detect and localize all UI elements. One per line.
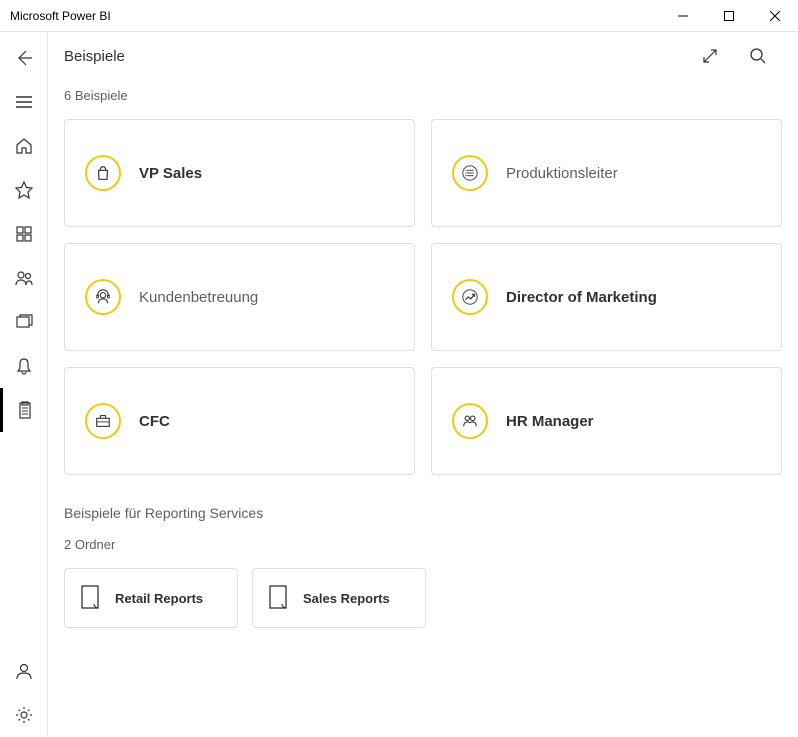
sample-card-produktionsleiter[interactable]: Produktionsleiter [431,119,782,227]
gear-icon [14,705,34,725]
nav-samples[interactable] [0,388,48,432]
samples-count: 6 Beispiele [64,88,782,103]
shopping-bag-icon [85,155,121,191]
nav-apps[interactable] [0,212,48,256]
bell-icon [14,356,34,376]
sample-card-vp-sales[interactable]: VP Sales [64,119,415,227]
nav-workspaces[interactable] [0,300,48,344]
nav-notifications[interactable] [0,344,48,388]
maximize-icon [724,11,734,21]
maximize-button[interactable] [706,0,752,32]
people-icon [14,268,34,288]
workspaces-icon [14,312,34,332]
nav-account[interactable] [0,649,48,693]
minimize-button[interactable] [660,0,706,32]
folder-label: Sales Reports [303,591,390,606]
nav-home[interactable] [0,124,48,168]
sample-card-hr-manager[interactable]: HR Manager [431,367,782,475]
menu-button[interactable] [0,80,48,124]
card-label: VP Sales [139,165,202,182]
main-content: Beispiele 6 Beispiele VP Sales [48,32,798,737]
expand-button[interactable] [686,32,734,80]
card-label: Produktionsleiter [506,165,618,182]
sample-card-director-marketing[interactable]: Director of Marketing [431,243,782,351]
window-controls [660,0,798,32]
close-icon [770,11,780,21]
sample-card-cfc[interactable]: CFC [64,367,415,475]
card-label: HR Manager [506,413,594,430]
page-header: Beispiele [48,32,798,80]
close-button[interactable] [752,0,798,32]
search-button[interactable] [734,32,782,80]
sample-card-kundenbetreuung[interactable]: Kundenbetreuung [64,243,415,351]
card-label: Director of Marketing [506,289,657,306]
folder-icon [79,583,101,614]
folder-sales-reports[interactable]: Sales Reports [252,568,426,628]
star-icon [14,180,34,200]
list-icon [452,155,488,191]
nav-settings[interactable] [0,693,48,737]
clipboard-icon [15,400,35,420]
app-title: Microsoft Power BI [10,9,111,23]
person-icon [14,661,34,681]
apps-icon [14,224,34,244]
expand-icon [700,46,720,66]
minimize-icon [678,11,688,21]
sidebar [0,32,48,737]
page-title: Beispiele [64,48,125,65]
briefcase-icon [85,403,121,439]
folder-label: Retail Reports [115,591,203,606]
card-label: CFC [139,413,170,430]
home-icon [14,136,34,156]
search-icon [748,46,768,66]
card-label: Kundenbetreuung [139,289,258,306]
folder-retail-reports[interactable]: Retail Reports [64,568,238,628]
titlebar: Microsoft Power BI [0,0,798,32]
nav-favorites[interactable] [0,168,48,212]
hamburger-icon [14,92,34,112]
folders-count: 2 Ordner [64,537,782,552]
back-button[interactable] [0,36,48,80]
headset-icon [85,279,121,315]
nav-shared[interactable] [0,256,48,300]
folder-icon [267,583,289,614]
back-arrow-icon [14,48,34,68]
reporting-services-title: Beispiele für Reporting Services [64,505,782,521]
chart-up-icon [452,279,488,315]
team-icon [452,403,488,439]
